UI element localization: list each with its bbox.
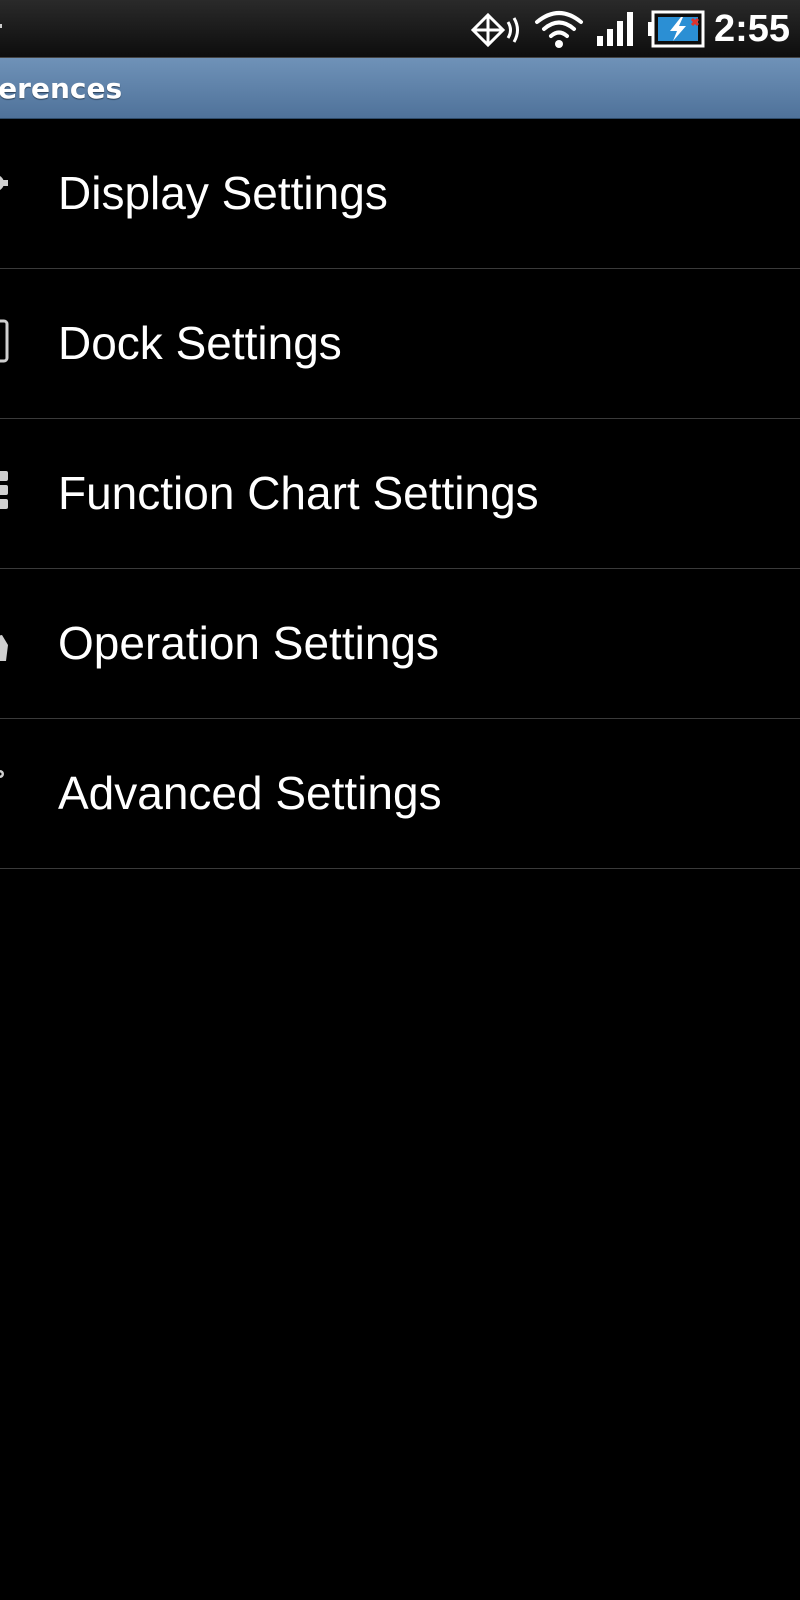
wifi-icon bbox=[535, 11, 583, 48]
gps-icon bbox=[470, 12, 519, 48]
gear-icon bbox=[0, 176, 8, 190]
settings-item-dock[interactable]: Dock Settings bbox=[0, 269, 800, 419]
settings-item-label: Operation Settings bbox=[58, 617, 440, 669]
settings-item-label: Advanced Settings bbox=[58, 767, 442, 819]
grid-icon bbox=[0, 471, 8, 509]
settings-item-label: Dock Settings bbox=[58, 317, 342, 369]
page-title: ferences bbox=[0, 72, 123, 105]
hand-icon bbox=[0, 635, 8, 661]
notification-stub-icon bbox=[0, 24, 2, 28]
settings-item-operation[interactable]: Operation Settings bbox=[0, 569, 800, 719]
clock-time: 2:55 bbox=[713, 8, 790, 50]
title-bar: ferences bbox=[0, 58, 800, 119]
settings-item-label: Display Settings bbox=[58, 167, 388, 219]
status-bar: 2:55 bbox=[0, 0, 800, 58]
dock-icon bbox=[0, 319, 9, 363]
settings-item-function-chart[interactable]: Function Chart Settings bbox=[0, 419, 800, 569]
gear-icon bbox=[0, 770, 4, 778]
settings-item-display[interactable]: Display Settings bbox=[0, 119, 800, 269]
battery-charging-icon bbox=[648, 10, 705, 48]
signal-icon bbox=[597, 12, 633, 46]
settings-list: Display Settings Dock Settings Function … bbox=[0, 119, 800, 869]
settings-item-label: Function Chart Settings bbox=[58, 467, 539, 519]
settings-item-advanced[interactable]: Advanced Settings bbox=[0, 719, 800, 869]
